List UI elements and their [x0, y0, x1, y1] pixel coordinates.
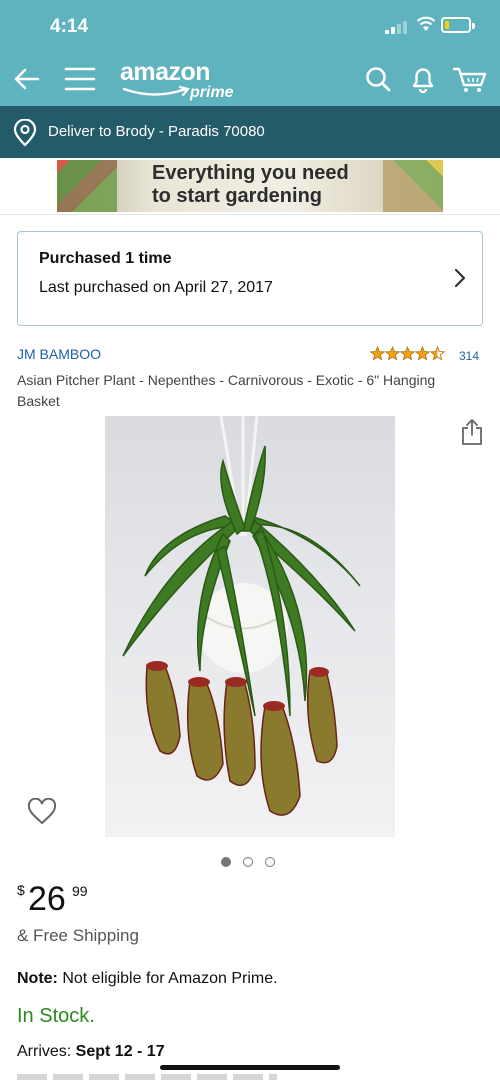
arrives-date: Sept 12 - 17	[75, 1043, 165, 1060]
cart-icon[interactable]	[452, 64, 488, 94]
star-icon	[414, 346, 431, 361]
note-label: Note:	[17, 970, 58, 987]
bell-icon[interactable]	[409, 64, 437, 94]
star-icon	[370, 346, 386, 361]
shipping-text: & Free Shipping	[17, 926, 139, 945]
heart-icon[interactable]	[27, 798, 57, 826]
status-time: 4:14	[50, 16, 89, 37]
logo-word: amazon	[120, 58, 211, 86]
prime-note: Note: Not eligible for Amazon Prime.	[17, 970, 278, 988]
search-icon[interactable]	[364, 64, 392, 94]
divider	[0, 214, 500, 215]
banner-line-1: Everything you need	[152, 162, 349, 184]
flower-image-right	[383, 160, 443, 212]
product-title: Asian Pitcher Plant - Nepenthes - Carniv…	[17, 372, 436, 409]
star-icon	[384, 346, 401, 361]
product-image[interactable]	[105, 416, 395, 837]
wifi-icon	[416, 16, 436, 31]
amazon-prime-logo[interactable]: amazon prime	[120, 58, 250, 102]
battery-level	[445, 21, 450, 29]
home-indicator[interactable]	[160, 1065, 340, 1070]
logo-prime: prime	[190, 84, 234, 101]
last-purchased-date: Last purchased on April 27, 2017	[39, 279, 273, 296]
note-text: Not eligible for Amazon Prime.	[57, 970, 278, 987]
star-icon	[399, 346, 416, 361]
gardening-promo-banner[interactable]: Everything you need to start gardening	[57, 160, 443, 212]
app-header: amazon prime	[0, 52, 500, 106]
back-arrow-icon[interactable]	[12, 64, 42, 94]
price-whole: 26	[28, 880, 66, 918]
flower-image-left	[57, 160, 117, 212]
banner-line-2: to start gardening	[152, 185, 323, 207]
star-icon	[429, 346, 445, 361]
carousel-dot[interactable]	[265, 857, 275, 867]
brand-link[interactable]: JM BAMBOO	[17, 346, 101, 362]
signal-icon	[385, 20, 409, 34]
price-fraction: 99	[72, 883, 88, 899]
arrives-label: Arrives:	[17, 1043, 76, 1060]
location-pin-icon	[13, 119, 37, 147]
share-icon[interactable]	[460, 418, 484, 446]
arrival-date: Arrives: Sept 12 - 17	[17, 1043, 165, 1061]
price-currency: $	[17, 882, 25, 898]
pitcher-plant-image	[122, 416, 361, 816]
image-carousel-dots[interactable]	[221, 857, 281, 869]
deliver-to-text: Deliver to Brody - Paradis 70080	[48, 123, 265, 140]
purchase-history-card[interactable]: Purchased 1 time Last purchased on April…	[17, 231, 483, 326]
rating-count[interactable]: 314	[459, 349, 479, 363]
next-line-cutoff	[17, 1074, 317, 1080]
chevron-right-icon	[454, 268, 466, 288]
battery-icon	[441, 17, 475, 33]
carousel-dot[interactable]	[243, 857, 253, 867]
menu-icon[interactable]	[64, 64, 96, 94]
purchase-count: Purchased 1 time	[39, 250, 172, 267]
carousel-dot[interactable]	[221, 857, 231, 867]
stock-status: In Stock.	[17, 1005, 95, 1027]
deliver-to-bar[interactable]: Deliver to Brody - Paradis 70080	[0, 106, 500, 158]
status-bar: 4:14	[0, 0, 500, 52]
star-rating[interactable]	[370, 346, 445, 362]
